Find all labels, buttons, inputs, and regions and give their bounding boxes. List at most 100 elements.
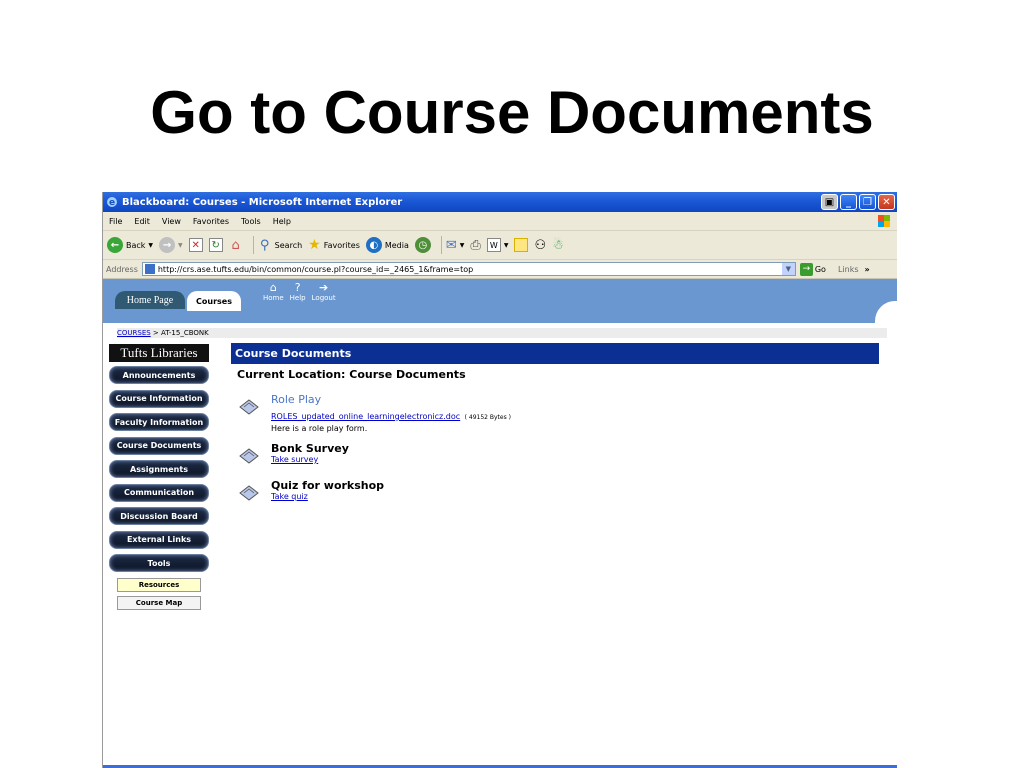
maximize-button[interactable]: ❐: [859, 194, 876, 210]
minimize-button[interactable]: _: [840, 194, 857, 210]
item-title: Bonk Survey: [271, 442, 349, 455]
nav-faculty-information[interactable]: Faculty Information: [109, 413, 209, 431]
stop-icon: ✕: [188, 238, 203, 252]
tab-home-page[interactable]: Home Page: [115, 291, 185, 309]
home-button[interactable]: ⌂: [229, 238, 243, 253]
content-item-bonk-survey: Bonk Survey Take survey: [237, 442, 349, 466]
favorites-label: Favorites: [323, 240, 360, 250]
tufts-libraries-button[interactable]: Tufts Libraries: [109, 344, 209, 362]
content-header: Course Documents: [231, 343, 879, 364]
back-label: Back: [126, 240, 146, 250]
header-home-link[interactable]: ⌂ Home: [263, 281, 284, 303]
links-button[interactable]: Links: [838, 265, 859, 274]
forward-button[interactable]: → ▼: [159, 237, 183, 253]
document-icon: [237, 397, 261, 417]
refresh-button[interactable]: ↻: [208, 238, 223, 252]
address-label: Address: [106, 264, 138, 274]
mail-icon: ✉: [445, 237, 457, 253]
blackboard-header: Home Page Courses ⌂ Home ? Help ➔ Logout: [103, 279, 897, 323]
resources-button[interactable]: Resources: [117, 577, 201, 592]
search-button[interactable]: ⚲ Search: [258, 237, 302, 253]
nav-external-links[interactable]: External Links: [109, 530, 209, 549]
nav-tools[interactable]: Tools: [109, 554, 209, 572]
menu-help[interactable]: Help: [267, 217, 297, 226]
refresh-icon: ↻: [208, 238, 223, 252]
history-icon: ◷: [414, 237, 431, 253]
menu-favorites[interactable]: Favorites: [187, 217, 235, 226]
go-button[interactable]: → Go: [799, 262, 826, 276]
chevron-down-icon[interactable]: ▼: [781, 263, 795, 275]
chevron-down-icon: ▼: [178, 241, 183, 249]
edit-button[interactable]: W ▼: [486, 238, 509, 252]
chevron-down-icon: ▼: [503, 241, 509, 249]
word-icon: W: [486, 238, 501, 252]
history-button[interactable]: ◷: [414, 237, 431, 253]
nav-course-documents[interactable]: Course Documents: [109, 436, 209, 455]
nav-assignments[interactable]: Assignments: [109, 460, 209, 478]
menu-edit[interactable]: Edit: [128, 217, 156, 226]
menu-file[interactable]: File: [103, 217, 128, 226]
nav-announcements[interactable]: Announcements: [109, 366, 209, 384]
course-nav: Announcements Course Information Faculty…: [109, 366, 209, 614]
take-quiz-link[interactable]: Take quiz: [271, 492, 384, 501]
page-icon: [144, 264, 155, 274]
tab-courses[interactable]: Courses: [187, 291, 241, 311]
back-button[interactable]: ← Back ▼: [107, 237, 153, 253]
forward-arrow-icon: →: [159, 237, 176, 253]
menu-view[interactable]: View: [156, 217, 187, 226]
header-logout-link[interactable]: ➔ Logout: [311, 281, 336, 303]
content-item-role-play: Role Play ROLES_updated_online_learninge…: [237, 393, 511, 433]
discuss-button[interactable]: [514, 238, 529, 252]
favorites-button[interactable]: ★ Favorites: [308, 237, 360, 253]
header-corner: [875, 301, 897, 323]
course-map-button[interactable]: Course Map: [117, 595, 201, 610]
windows-flag-icon: [877, 214, 891, 228]
media-icon: ◐: [365, 237, 382, 253]
window-title: Blackboard: Courses - Microsoft Internet…: [122, 196, 403, 208]
address-url: http://crs.ase.tufts.edu/bin/common/cour…: [157, 264, 474, 274]
star-icon: ★: [308, 237, 321, 253]
nav-course-information[interactable]: Course Information: [109, 389, 209, 408]
address-input[interactable]: http://crs.ase.tufts.edu/bin/common/cour…: [141, 262, 796, 276]
chevron-right-icon[interactable]: »: [865, 265, 870, 274]
breadcrumb: COURSES > AT-15_CBONK: [117, 328, 887, 338]
nav-communication[interactable]: Communication: [109, 483, 209, 502]
menu-tools[interactable]: Tools: [235, 217, 267, 226]
resize-icon[interactable]: ▣: [821, 194, 838, 210]
back-arrow-icon: ←: [107, 237, 123, 253]
address-bar: Address http://crs.ase.tufts.edu/bin/com…: [103, 260, 897, 279]
search-icon: ⚲: [259, 237, 270, 253]
breadcrumb-courses-link[interactable]: COURSES: [117, 329, 151, 337]
item-file-link[interactable]: ROLES_updated_online_learningelectronicz…: [271, 412, 460, 421]
go-arrow-icon: →: [799, 262, 813, 276]
messenger-button[interactable]: ☃: [552, 238, 564, 253]
survey-icon: [237, 446, 261, 466]
item-file-size: ( 49152 Bytes ): [464, 414, 511, 421]
help-icon: ?: [294, 281, 301, 294]
home-building-icon: ⌂: [269, 281, 277, 294]
header-help-link[interactable]: ? Help: [290, 281, 306, 303]
svg-text:e: e: [109, 198, 115, 208]
item-title[interactable]: Role Play: [271, 393, 511, 406]
breadcrumb-current: > AT-15_CBONK: [150, 329, 209, 337]
stop-button[interactable]: ✕: [188, 238, 203, 252]
chevron-down-icon: ▼: [148, 241, 154, 249]
browser-window: e Blackboard: Courses - Microsoft Intern…: [102, 192, 897, 768]
print-button[interactable]: ⎙: [470, 238, 480, 253]
messenger-icon: ☃: [552, 237, 564, 253]
note-icon: [514, 238, 529, 252]
slide-title: Go to Course Documents: [150, 79, 874, 146]
nav-discussion-board[interactable]: Discussion Board: [109, 507, 209, 525]
home-link-label: Home: [263, 294, 284, 302]
toolbar: ← Back ▼ → ▼ ✕ ↻ ⌂ ⚲ Search ★ Favorites …: [103, 231, 897, 260]
current-location: Current Location: Course Documents: [237, 368, 466, 381]
close-button[interactable]: ✕: [878, 194, 895, 210]
logout-icon: ➔: [319, 281, 329, 294]
content-item-quiz: Quiz for workshop Take quiz: [237, 479, 384, 503]
logout-link-label: Logout: [311, 294, 336, 302]
mail-button[interactable]: ✉ ▼: [446, 238, 465, 253]
title-bar: e Blackboard: Courses - Microsoft Intern…: [103, 192, 897, 212]
media-button[interactable]: ◐ Media: [365, 237, 409, 253]
research-button[interactable]: ⚇: [534, 238, 546, 253]
take-survey-link[interactable]: Take survey: [271, 455, 349, 464]
